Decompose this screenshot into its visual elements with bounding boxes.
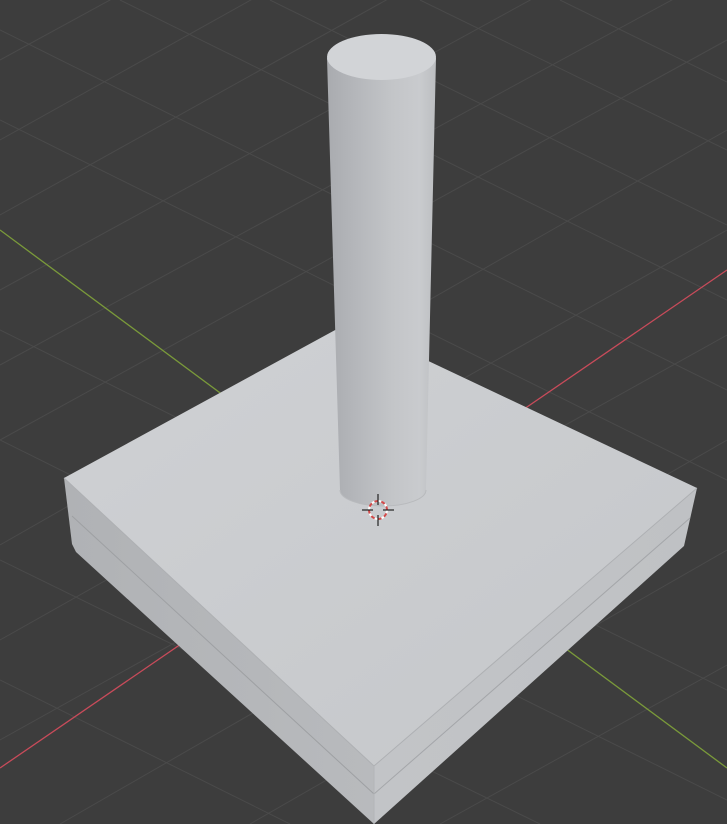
pillar-top-cap (327, 34, 436, 80)
pillar-side (327, 58, 436, 506)
viewport-canvas[interactable] (0, 0, 727, 824)
pillar[interactable] (327, 34, 436, 507)
3d-viewport[interactable] (0, 0, 727, 824)
